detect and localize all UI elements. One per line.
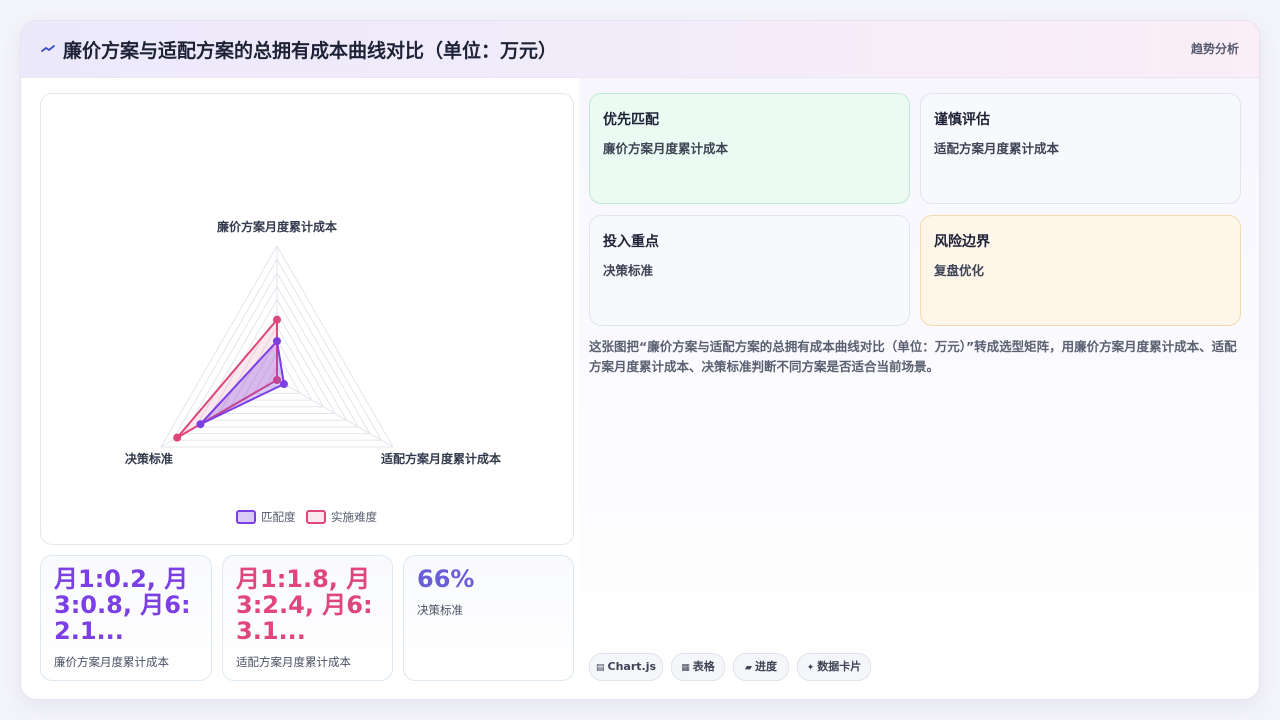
stat-card-decision: 66% 决策标准 xyxy=(403,555,574,681)
radar-chart: 廉价方案月度累计成本适配方案月度累计成本 决策标准匹配度 实施难度 xyxy=(125,219,501,524)
header-bar: 廉价方案与适配方案的总拥有成本曲线对比（单位：万元） 趋势分析 xyxy=(21,21,1259,78)
tile-subtitle: 复盘优化 xyxy=(934,263,985,278)
tile-investment-focus[interactable]: 投入重点 决策标准 xyxy=(589,215,910,326)
radar-axis-label: 适配方案月度累计成本 xyxy=(381,451,501,466)
legend-swatch xyxy=(236,510,256,524)
radar-data-point xyxy=(173,433,182,442)
radar-data-point xyxy=(273,315,281,324)
description-text: 这张图把“廉价方案与适配方案的总拥有成本曲线对比（单位：万元）”转成选型矩阵，用… xyxy=(589,339,1237,374)
chart-icon: ▤ xyxy=(595,663,605,673)
tile-careful-eval[interactable]: 谨慎评估 适配方案月度累计成本 xyxy=(920,93,1241,204)
chip-label: Chart.js xyxy=(607,660,657,673)
radar-series-area xyxy=(199,338,286,426)
tile-title: 投入重点 xyxy=(603,234,659,250)
chip-label: 数据卡片 xyxy=(817,660,862,673)
tile-risk-boundary[interactable]: 风险边界 复盘优化 xyxy=(920,215,1241,326)
stat-value: 月1:1.8, 月3:2.4, 月6:3.1... xyxy=(236,565,373,645)
stat-label: 决策标准 xyxy=(417,603,463,617)
legend-swatch xyxy=(306,510,326,524)
analysis-tag[interactable]: 趋势分析 xyxy=(1191,40,1239,57)
tile-title: 谨慎评估 xyxy=(934,112,990,128)
radar-data-point xyxy=(196,420,205,429)
stat-label: 廉价方案月度累计成本 xyxy=(54,655,169,669)
main-card: 廉价方案与适配方案的总拥有成本曲线对比（单位：万元） 趋势分析 廉价方案月度累计… xyxy=(20,20,1260,700)
radar-data-point xyxy=(279,380,288,389)
table-icon: ▦ xyxy=(681,663,690,673)
stat-value: 66% xyxy=(417,565,475,593)
radar-axis-label: 廉价方案月度累计成本 xyxy=(217,219,337,234)
radar-data-point xyxy=(273,337,281,346)
tile-title: 优先匹配 xyxy=(603,112,659,128)
stat-value: 月1:0.2, 月3:0.8, 月6:2.1... xyxy=(54,565,191,645)
tile-priority-match[interactable]: 优先匹配 廉价方案月度累计成本 xyxy=(589,93,910,204)
stat-card-fit: 月1:1.8, 月3:2.4, 月6:3.1... 适配方案月度累计成本 xyxy=(222,555,393,681)
stat-label: 适配方案月度累计成本 xyxy=(236,655,351,669)
stat-card-cheap: 月1:0.2, 月3:0.8, 月6:2.1... 廉价方案月度累计成本 xyxy=(40,555,212,681)
legend-label: 匹配度 xyxy=(261,510,296,524)
tile-subtitle: 适配方案月度累计成本 xyxy=(934,141,1060,156)
chip-progress[interactable]: ▰ 进度 xyxy=(733,653,789,681)
chip-label: 进度 xyxy=(754,660,777,673)
radar-axis-label: 决策标准 xyxy=(125,451,173,466)
legend-label: 实施难度 xyxy=(331,510,377,524)
page-title: 廉价方案与适配方案的总拥有成本曲线对比（单位：万元） xyxy=(63,40,558,62)
chip-chartjs[interactable]: ▤ Chart.js xyxy=(589,653,663,681)
radar-chart-panel: 廉价方案月度累计成本适配方案月度累计成本 决策标准匹配度 实施难度 xyxy=(40,93,574,545)
chip-data-card[interactable]: ✦ 数据卡片 xyxy=(797,653,871,681)
tile-subtitle: 决策标准 xyxy=(603,263,654,278)
progress-icon: ▰ xyxy=(745,663,752,673)
tile-subtitle: 廉价方案月度累计成本 xyxy=(603,141,729,156)
chip-table[interactable]: ▦ 表格 xyxy=(671,653,725,681)
tile-title: 风险边界 xyxy=(934,234,990,250)
trend-icon xyxy=(41,45,55,52)
sparkle-icon: ✦ xyxy=(806,663,815,673)
chip-label: 表格 xyxy=(692,660,715,673)
